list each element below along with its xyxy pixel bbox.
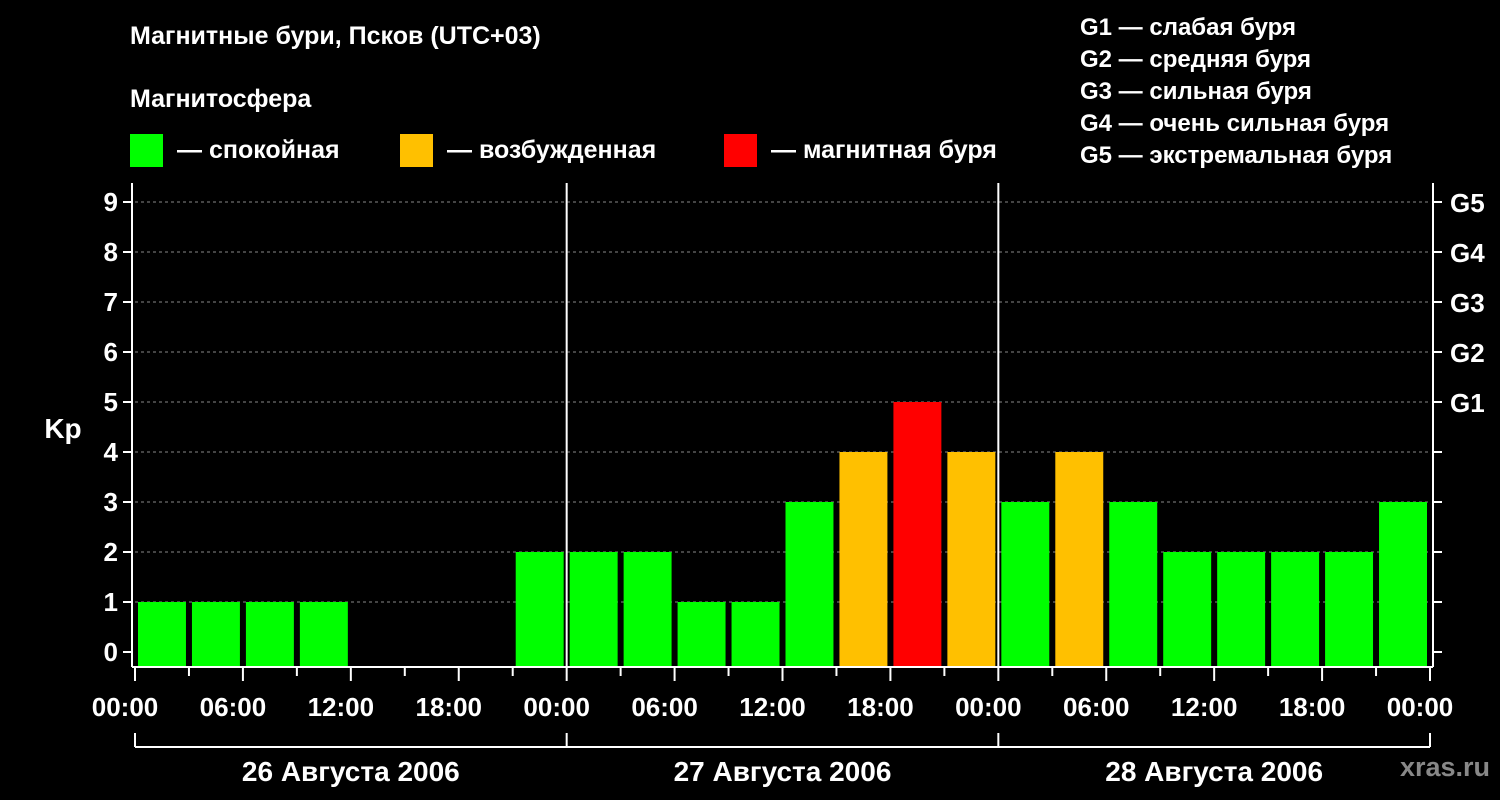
y-tick-label-7: 7	[104, 287, 118, 317]
date-label-2: 28 Августа 2006	[1105, 756, 1323, 787]
right-axis-label-g4: G4	[1450, 238, 1485, 268]
x-tick-label-12: 00:00	[1387, 692, 1454, 722]
bar-22	[1325, 552, 1374, 667]
x-tick-label-11: 18:00	[1279, 692, 1346, 722]
y-tick-label-8: 8	[104, 237, 118, 267]
x-tick-label-5: 06:00	[631, 692, 698, 722]
right-axis-label-g3: G3	[1450, 288, 1485, 318]
bar-14	[893, 402, 942, 667]
bar-23	[1379, 502, 1427, 667]
y-tick-label-3: 3	[104, 487, 118, 517]
kp-bar-chart: 0 1 2 3 4 5 6 7 8 9 G1 G2 G3 G4 G5 Kp 00:00 06:00 12:00 18:…	[44, 183, 1485, 787]
x-tick-label-3: 18:00	[416, 692, 483, 722]
y-tick-label-1: 1	[104, 587, 118, 617]
bar-8	[569, 552, 618, 667]
bar-11	[731, 602, 780, 667]
bar-3	[299, 602, 348, 667]
y-tick-label-4: 4	[104, 437, 119, 467]
bar-15	[947, 452, 996, 667]
y-tick-label-0: 0	[104, 637, 118, 667]
bar-18	[1109, 502, 1158, 667]
y-tick-label-6: 6	[104, 337, 118, 367]
y-tick-label-5: 5	[104, 387, 118, 417]
bar-19	[1163, 552, 1212, 667]
watermark: xras.ru	[1399, 752, 1490, 782]
right-axis-label-g2: G2	[1450, 338, 1485, 368]
bar-7	[515, 552, 564, 667]
bar-17	[1055, 452, 1104, 667]
date-label-1: 27 Августа 2006	[674, 756, 892, 787]
right-axis-label-g1: G1	[1450, 388, 1485, 418]
right-axis-label-g5: G5	[1450, 188, 1485, 218]
y-tick-label-9: 9	[104, 187, 118, 217]
x-tick-label-6: 12:00	[739, 692, 806, 722]
y-axis-label: Kp	[44, 413, 81, 444]
bar-10	[677, 602, 726, 667]
date-label-0: 26 Августа 2006	[242, 756, 460, 787]
x-tick-label-1: 06:00	[200, 692, 267, 722]
x-tick-label-0: 00:00	[92, 692, 159, 722]
bar-1	[191, 602, 240, 667]
bar-0	[138, 602, 186, 667]
x-tick-label-2: 12:00	[308, 692, 375, 722]
x-tick-label-4: 00:00	[523, 692, 590, 722]
x-tick-label-10: 12:00	[1171, 692, 1238, 722]
bar-2	[245, 602, 294, 667]
bar-13	[839, 452, 888, 667]
x-tick-label-9: 06:00	[1063, 692, 1130, 722]
x-tick-label-8: 00:00	[955, 692, 1022, 722]
bar-20	[1217, 552, 1266, 667]
bar-12	[785, 502, 834, 667]
bar-16	[1001, 502, 1050, 667]
bar-9	[623, 552, 672, 667]
bar-21	[1271, 552, 1320, 667]
x-tick-label-7: 18:00	[847, 692, 914, 722]
y-tick-label-2: 2	[104, 537, 118, 567]
